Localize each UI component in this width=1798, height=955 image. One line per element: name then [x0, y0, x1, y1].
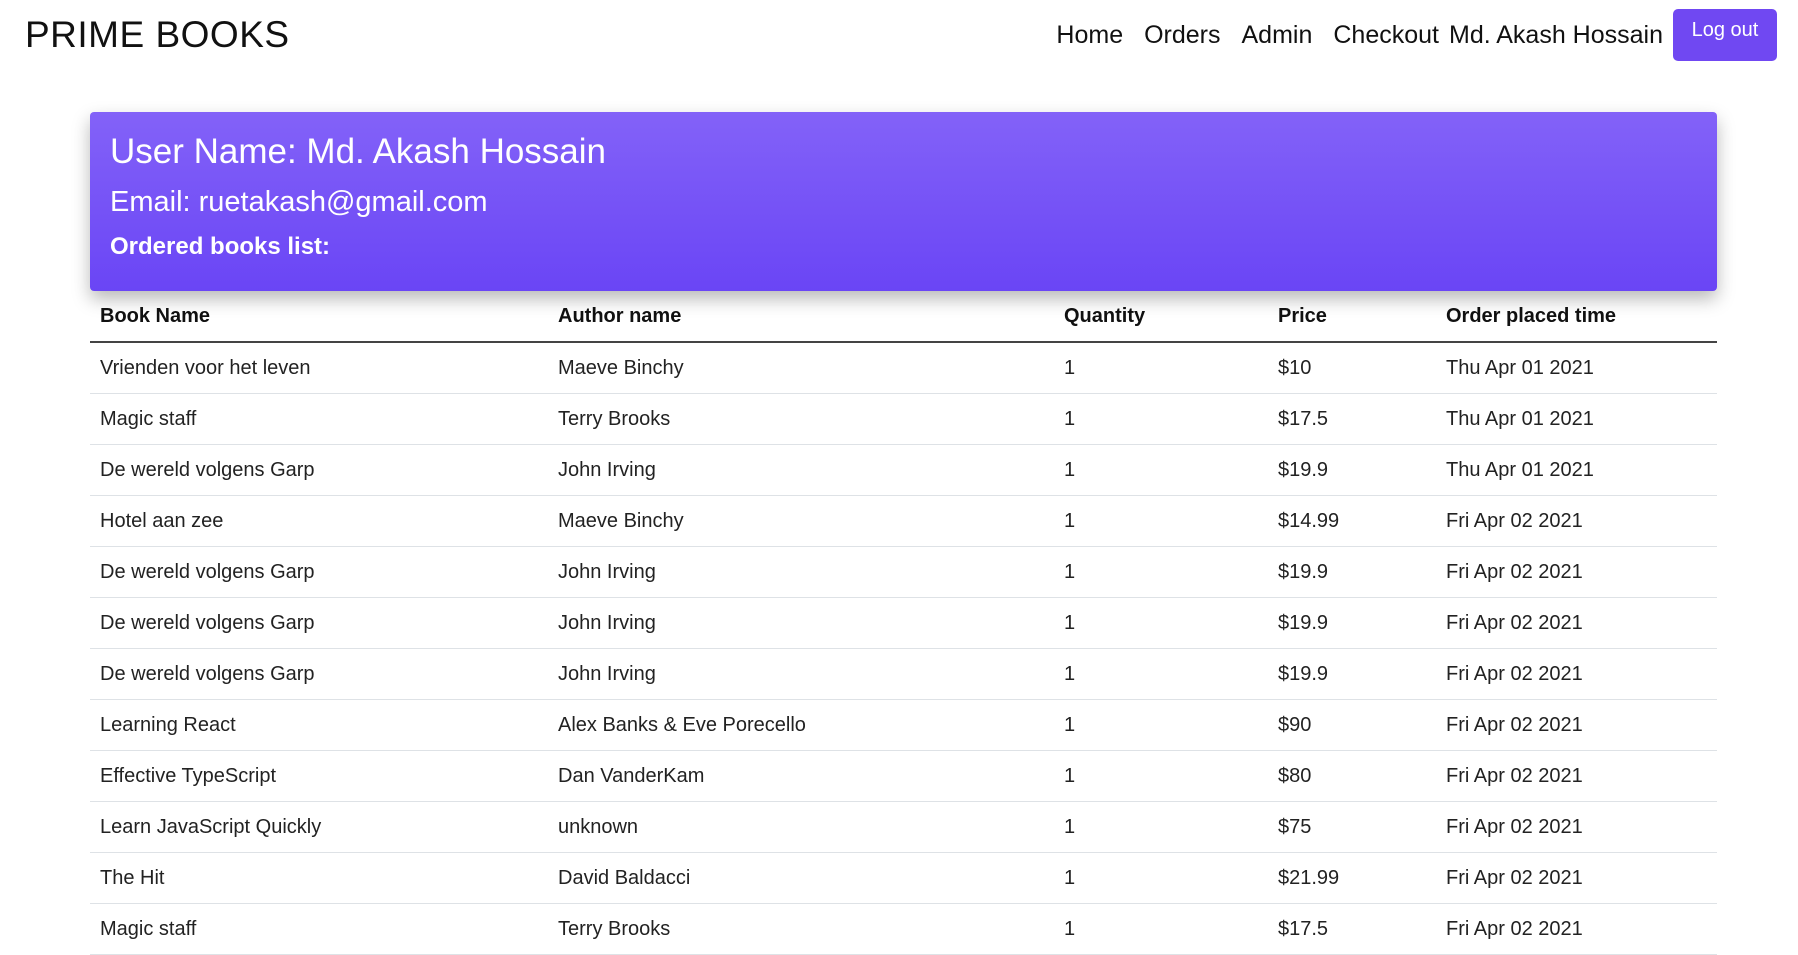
main-container: User Name: Md. Akash Hossain Email: ruet… [90, 112, 1717, 955]
nav-link-orders[interactable]: Orders [1144, 21, 1220, 50]
cell-order-time: Fri Apr 02 2021 [1436, 648, 1717, 700]
cell-order-time: Fri Apr 02 2021 [1436, 495, 1717, 547]
table-row: Vrienden voor het leven Maeve Binchy 1 $10 T… [90, 342, 1717, 394]
cell-author-name: unknown [548, 801, 1054, 853]
header-order-time: Order placed time [1436, 291, 1717, 343]
cell-price: $75 [1268, 801, 1436, 853]
cell-book-name: The Hit [90, 852, 548, 904]
cell-price: $14.99 [1268, 495, 1436, 547]
logout-button[interactable]: Log out [1673, 9, 1777, 61]
cell-author-name: Terry Brooks [548, 393, 1054, 445]
cell-order-time: Thu Apr 01 2021 [1436, 342, 1717, 394]
nav-user-name: Md. Akash Hossain [1449, 20, 1663, 49]
table-row: De wereld volgens Garp John Irving 1 $19.9 F… [90, 546, 1717, 598]
table-row: The Hit David Baldacci 1 $21.99 Fri Apr 02 2… [90, 852, 1717, 904]
top-navbar: PRIME BOOKS Home Orders Admin Checkout M… [0, 0, 1798, 72]
cell-author-name: Alex Banks & Eve Porecello [548, 699, 1054, 751]
header-author-name: Author name [548, 291, 1054, 343]
cell-quantity: 1 [1054, 801, 1268, 853]
cell-book-name: Effective TypeScript [90, 750, 548, 802]
cell-quantity: 1 [1054, 342, 1268, 394]
cell-quantity: 1 [1054, 852, 1268, 904]
cell-price: $10 [1268, 342, 1436, 394]
cell-order-time: Fri Apr 02 2021 [1436, 852, 1717, 904]
cell-author-name: David Baldacci [548, 852, 1054, 904]
orders-heading: Ordered books list: [110, 233, 331, 260]
nav-link-admin[interactable]: Admin [1242, 21, 1313, 50]
cell-book-name: Magic staff [90, 393, 548, 445]
cell-quantity: 1 [1054, 495, 1268, 547]
cell-author-name: John Irving [548, 648, 1054, 700]
table-row: De wereld volgens Garp John Irving 1 $19.9 F… [90, 597, 1717, 649]
table-row: Effective TypeScript Dan VanderKam 1 $80 Fri… [90, 750, 1717, 802]
brand-logo[interactable]: PRIME BOOKS [25, 14, 290, 56]
cell-price: $19.9 [1268, 444, 1436, 496]
header-price: Price [1268, 291, 1436, 343]
table-row: De wereld volgens Garp John Irving 1 $19.9 F… [90, 648, 1717, 700]
table-row: Learn JavaScript Quickly unknown 1 $75 Fri A… [90, 801, 1717, 853]
cell-price: $19.9 [1268, 546, 1436, 598]
cell-order-time: Fri Apr 02 2021 [1436, 801, 1717, 853]
header-quantity: Quantity [1054, 291, 1268, 343]
orders-table-body: Vrienden voor het leven Maeve Binchy 1 $10 T… [90, 342, 1717, 955]
cell-order-time: Thu Apr 01 2021 [1436, 444, 1717, 496]
nav-link-home[interactable]: Home [1056, 21, 1123, 50]
cell-order-time: Fri Apr 02 2021 [1436, 699, 1717, 751]
cell-price: $19.9 [1268, 648, 1436, 700]
cell-quantity: 1 [1054, 750, 1268, 802]
table-header-row: Book Name Author name Quantity Price Ord… [90, 291, 1717, 343]
table-row: Learning React Alex Banks & Eve Porecello… [90, 699, 1717, 751]
cell-quantity: 1 [1054, 699, 1268, 751]
cell-quantity: 1 [1054, 393, 1268, 445]
table-row: Hotel aan zee Maeve Binchy 1 $14.99 Fri Apr … [90, 495, 1717, 547]
cell-quantity: 1 [1054, 444, 1268, 496]
table-row: Magic staff Terry Brooks 1 $17.5 Thu Apr 01 … [90, 393, 1717, 445]
cell-book-name: Vrienden voor het leven [90, 342, 548, 394]
cell-book-name: Learning React [90, 699, 548, 751]
cell-author-name: John Irving [548, 597, 1054, 649]
cell-order-time: Fri Apr 02 2021 [1436, 597, 1717, 649]
cell-book-name: De wereld volgens Garp [90, 546, 548, 598]
profile-card: User Name: Md. Akash Hossain Email: ruet… [90, 112, 1717, 291]
cell-quantity: 1 [1054, 597, 1268, 649]
cell-quantity: 1 [1054, 546, 1268, 598]
cell-quantity: 1 [1054, 648, 1268, 700]
cell-author-name: John Irving [548, 546, 1054, 598]
profile-email: Email: ruetakash@gmail.com [110, 186, 488, 218]
cell-price: $17.5 [1268, 393, 1436, 445]
cell-price: $90 [1268, 699, 1436, 751]
orders-table: Book Name Author name Quantity Price Ord… [90, 291, 1717, 955]
cell-book-name: Learn JavaScript Quickly [90, 801, 548, 853]
cell-order-time: Fri Apr 02 2021 [1436, 546, 1717, 598]
cell-order-time: Thu Apr 01 2021 [1436, 393, 1717, 445]
cell-book-name: De wereld volgens Garp [90, 648, 548, 700]
cell-author-name: Maeve Binchy [548, 342, 1054, 394]
profile-user-name: User Name: Md. Akash Hossain [110, 132, 607, 171]
cell-price: $80 [1268, 750, 1436, 802]
cell-order-time: Fri Apr 02 2021 [1436, 750, 1717, 802]
nav-link-checkout[interactable]: Checkout [1333, 21, 1439, 50]
cell-author-name: Maeve Binchy [548, 495, 1054, 547]
cell-author-name: Dan VanderKam [548, 750, 1054, 802]
nav-links: Home Orders Admin Checkout Md. Akash Hos… [1035, 9, 1777, 61]
cell-book-name: Hotel aan zee [90, 495, 548, 547]
header-book-name: Book Name [90, 291, 548, 343]
table-row: De wereld volgens Garp John Irving 1 $19.9 T… [90, 444, 1717, 496]
cell-price: $21.99 [1268, 852, 1436, 904]
cell-price: $19.9 [1268, 597, 1436, 649]
cell-author-name: John Irving [548, 444, 1054, 496]
cell-book-name: De wereld volgens Garp [90, 597, 548, 649]
cell-book-name: De wereld volgens Garp [90, 444, 548, 496]
